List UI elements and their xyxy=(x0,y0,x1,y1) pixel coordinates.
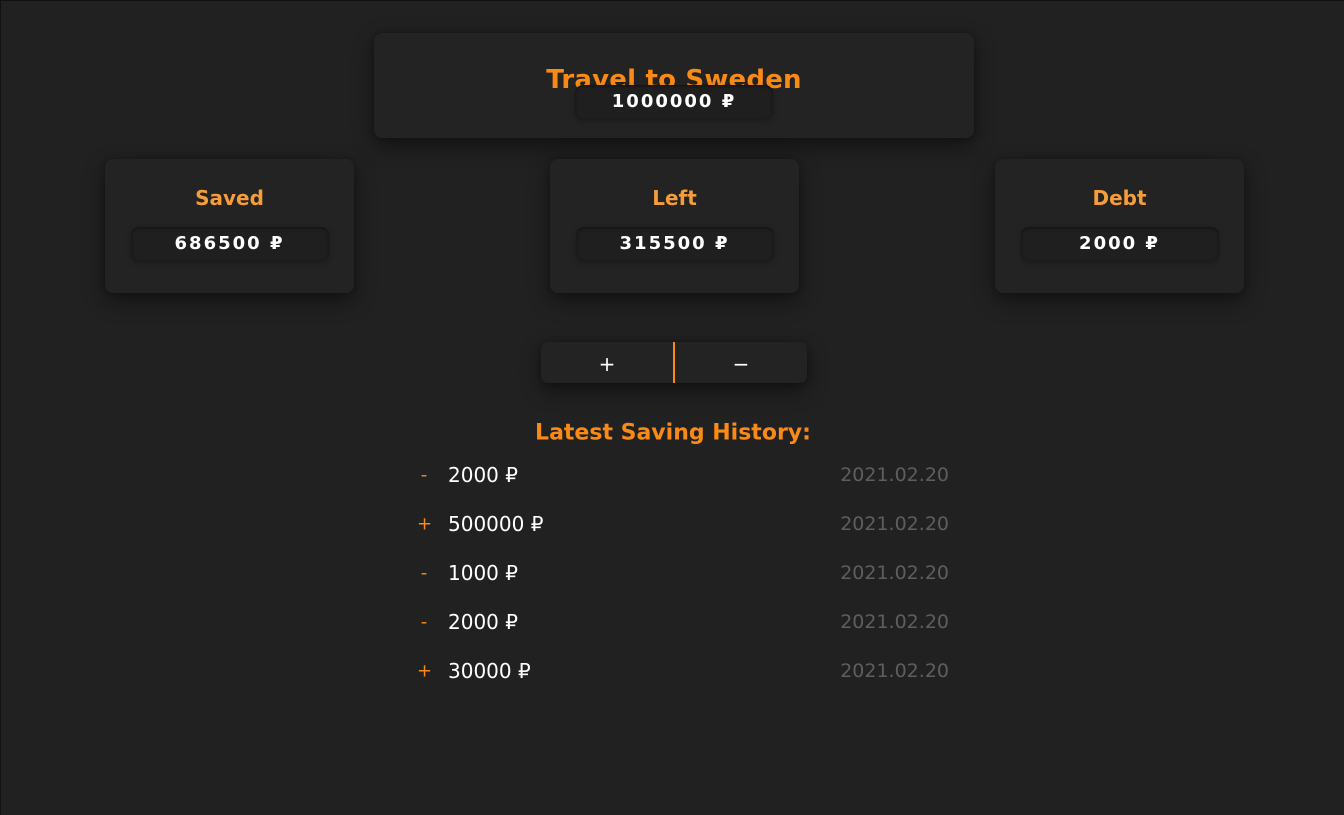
history-row: + 30000 ₽ 2021.02.20 xyxy=(411,649,971,698)
history-amount: 2000 ₽ xyxy=(448,610,518,634)
subtract-saving-button[interactable]: − xyxy=(675,342,807,383)
history-sign: - xyxy=(420,464,428,486)
saved-value: 686500 ₽ xyxy=(130,227,329,261)
history-date: 2021.02.20 xyxy=(840,611,949,633)
history-row: - 2000 ₽ 2021.02.20 xyxy=(411,600,971,649)
add-saving-button[interactable]: + xyxy=(541,342,673,383)
history-sign: - xyxy=(420,562,428,584)
history-date: 2021.02.20 xyxy=(840,464,949,486)
left-value: 315500 ₽ xyxy=(575,227,774,261)
debt-label: Debt xyxy=(1092,186,1147,210)
history-amount: 2000 ₽ xyxy=(448,463,518,487)
left-label: Left xyxy=(652,186,697,210)
left-card: Left 315500 ₽ xyxy=(550,159,799,293)
history-title: Latest Saving History: xyxy=(535,420,811,446)
history-amount: 30000 ₽ xyxy=(448,659,531,683)
app-root: Travel to Sweden 1000000 ₽ Saved 686500 … xyxy=(0,0,1344,815)
add-subtract-toggle: + − xyxy=(541,342,807,383)
saved-label: Saved xyxy=(195,186,264,210)
history-row: + 500000 ₽ 2021.02.20 xyxy=(411,502,971,551)
history-sign: + xyxy=(417,513,433,535)
debt-value: 2000 ₽ xyxy=(1020,227,1219,261)
goal-amount: 1000000 ₽ xyxy=(575,85,773,119)
history-date: 2021.02.20 xyxy=(840,562,949,584)
history-amount: 1000 ₽ xyxy=(448,561,518,585)
history-date: 2021.02.20 xyxy=(840,513,949,535)
history-sign: - xyxy=(420,611,428,633)
goal-card: Travel to Sweden 1000000 ₽ xyxy=(374,33,974,138)
history-list: - 2000 ₽ 2021.02.20 + 500000 ₽ 2021.02.2… xyxy=(411,453,971,698)
history-sign: + xyxy=(417,660,433,682)
debt-card: Debt 2000 ₽ xyxy=(995,159,1244,293)
history-row: - 1000 ₽ 2021.02.20 xyxy=(411,551,971,600)
history-row: - 2000 ₽ 2021.02.20 xyxy=(411,453,971,502)
saved-card: Saved 686500 ₽ xyxy=(105,159,354,293)
history-date: 2021.02.20 xyxy=(840,660,949,682)
history-amount: 500000 ₽ xyxy=(448,512,544,536)
